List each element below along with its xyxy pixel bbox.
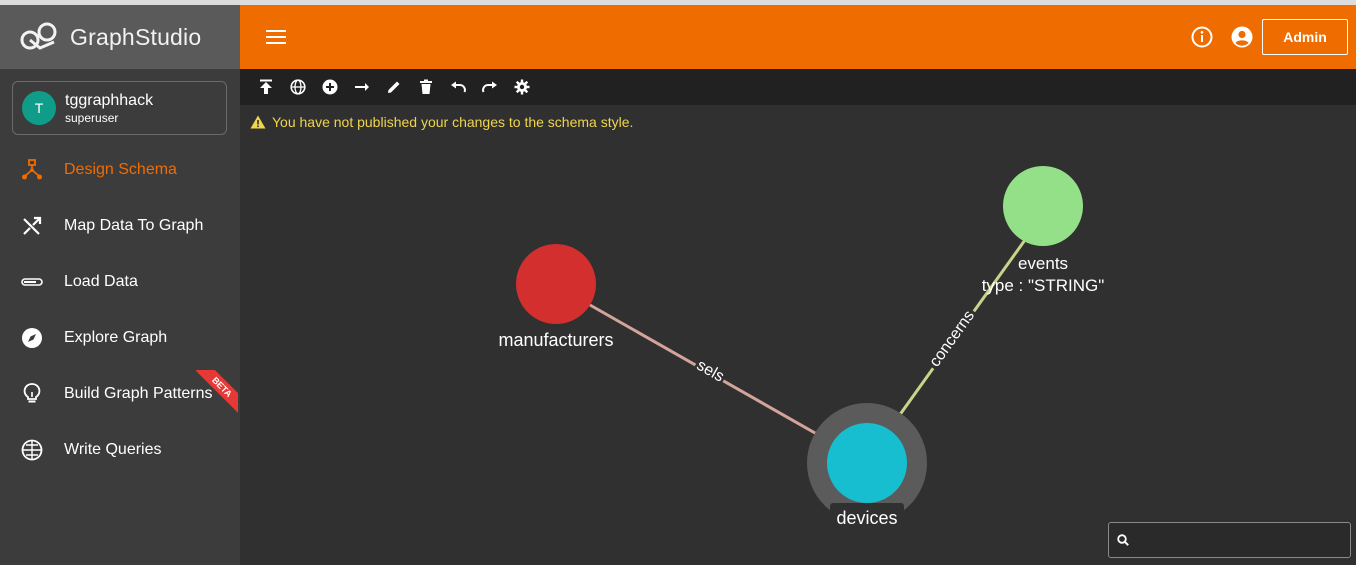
vertex-label-devices: devices bbox=[836, 508, 897, 528]
redo-icon bbox=[482, 81, 497, 93]
app-header: Admin bbox=[240, 5, 1356, 69]
warning-icon bbox=[250, 115, 266, 129]
logo-word-studio: Studio bbox=[134, 23, 202, 50]
avatar: T bbox=[22, 91, 56, 125]
graph-search[interactable] bbox=[1108, 522, 1351, 558]
add-edge-button[interactable] bbox=[346, 69, 378, 105]
app-title: GraphStudio bbox=[70, 24, 201, 51]
vertex-label-manufacturers: manufacturers bbox=[498, 330, 613, 350]
account-button[interactable] bbox=[1230, 25, 1254, 49]
redo-button[interactable] bbox=[474, 69, 506, 105]
menu-toggle-button[interactable] bbox=[262, 24, 290, 50]
search-input[interactable] bbox=[1135, 532, 1335, 548]
delete-button[interactable] bbox=[410, 69, 442, 105]
info-icon bbox=[1191, 26, 1213, 48]
user-name: tggraphhack bbox=[65, 91, 154, 109]
search-icon bbox=[1117, 534, 1129, 546]
nav-item-build-graph-patterns[interactable]: Build Graph Patterns BETA bbox=[0, 366, 240, 422]
shuffle-icon bbox=[20, 214, 44, 238]
nav-item-design-schema[interactable]: Design Schema bbox=[0, 142, 240, 198]
unpublished-warning: You have not published your changes to t… bbox=[250, 114, 633, 130]
edit-button[interactable] bbox=[378, 69, 410, 105]
undo-icon bbox=[451, 81, 466, 93]
graphstudio-logo-icon bbox=[20, 22, 57, 50]
settings-icon bbox=[514, 79, 530, 95]
vertex-events[interactable] bbox=[1003, 166, 1083, 246]
logo-word-graph: Graph bbox=[70, 23, 135, 50]
delete-icon bbox=[420, 79, 432, 94]
schema-icon bbox=[20, 158, 44, 182]
globe-icon bbox=[290, 79, 306, 95]
add-edge-icon bbox=[355, 83, 369, 91]
sidebar: GraphStudio T tggraphhack superuser Desi… bbox=[0, 5, 240, 565]
nav-item-load-data[interactable]: Load Data bbox=[0, 254, 240, 310]
beta-label: BETA bbox=[195, 370, 238, 414]
nav-label: Write Queries bbox=[64, 441, 162, 458]
compass-icon bbox=[20, 326, 44, 350]
admin-button[interactable]: Admin bbox=[1262, 19, 1348, 55]
nav-menu: Design Schema Map Data To Graph Load Dat… bbox=[0, 142, 240, 478]
vertex-attribute-events: type : "STRING" bbox=[982, 276, 1105, 295]
progress-icon bbox=[20, 270, 44, 294]
nav-label: Design Schema bbox=[64, 161, 177, 178]
lightbulb-icon bbox=[20, 382, 44, 406]
warning-text: You have not published your changes to t… bbox=[272, 114, 634, 130]
vertex-label-events: events bbox=[1018, 254, 1068, 273]
publish-icon bbox=[260, 79, 272, 94]
global-button[interactable] bbox=[282, 69, 314, 105]
account-circle-icon bbox=[1231, 26, 1253, 48]
edge-label-concerns: concerns bbox=[926, 308, 978, 371]
vertex-manufacturers[interactable] bbox=[516, 244, 596, 324]
vertex-devices[interactable] bbox=[827, 423, 907, 503]
undo-button[interactable] bbox=[442, 69, 474, 105]
edit-icon bbox=[388, 81, 400, 93]
user-card[interactable]: T tggraphhack superuser bbox=[12, 81, 227, 135]
add-vertex-icon bbox=[322, 79, 338, 95]
nav-label: Map Data To Graph bbox=[64, 217, 204, 234]
beta-ribbon: BETA bbox=[194, 370, 238, 414]
add-vertex-button[interactable] bbox=[314, 69, 346, 105]
user-role: superuser bbox=[65, 110, 119, 125]
nav-label: Build Graph Patterns bbox=[64, 385, 213, 402]
schema-toolbar bbox=[240, 69, 1356, 105]
globe-code-icon bbox=[20, 438, 44, 462]
info-button[interactable] bbox=[1190, 25, 1214, 49]
nav-label: Load Data bbox=[64, 273, 138, 290]
publish-button[interactable] bbox=[250, 69, 282, 105]
nav-label: Explore Graph bbox=[64, 329, 168, 346]
settings-button[interactable] bbox=[506, 69, 538, 105]
logo[interactable]: GraphStudio bbox=[0, 5, 240, 69]
nav-item-explore-graph[interactable]: Explore Graph bbox=[0, 310, 240, 366]
nav-item-map-data[interactable]: Map Data To Graph bbox=[0, 198, 240, 254]
schema-canvas[interactable]: sels concerns manufacturers events type … bbox=[240, 105, 1356, 565]
nav-item-write-queries[interactable]: Write Queries bbox=[0, 422, 240, 478]
hamburger-icon bbox=[266, 30, 286, 44]
